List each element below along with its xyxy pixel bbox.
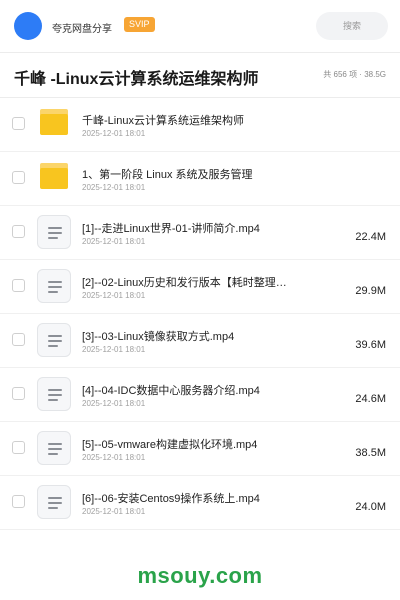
item-name: 千峰-Linux云计算系统运维架构师 bbox=[82, 115, 244, 127]
item-name: [1]--走进Linux世界-01-讲师简介.mp4 bbox=[82, 223, 260, 235]
item-size: 22.4M bbox=[355, 231, 386, 243]
item-date: 2025-12-01 18:01 bbox=[82, 453, 146, 462]
select-checkbox[interactable] bbox=[12, 117, 25, 130]
select-checkbox[interactable] bbox=[12, 171, 25, 184]
item-date: 2025-12-01 18:01 bbox=[82, 129, 146, 138]
item-size: 24.6M bbox=[355, 393, 386, 405]
svip-badge[interactable]: SVIP bbox=[124, 17, 155, 32]
select-checkbox[interactable] bbox=[12, 225, 25, 238]
folder-icon bbox=[40, 163, 68, 189]
select-checkbox[interactable] bbox=[12, 441, 25, 454]
video-file-icon bbox=[37, 485, 71, 519]
item-date: 2025-12-01 18:01 bbox=[82, 345, 146, 354]
item-name: [6]--06-安装Centos9操作系统上.mp4 bbox=[82, 493, 260, 505]
list-item[interactable]: 千峰-Linux云计算系统运维架构师 2025-12-01 18:01 bbox=[0, 98, 400, 152]
avatar[interactable] bbox=[14, 12, 42, 40]
brand-label: 夸克网盘分享 bbox=[52, 24, 112, 35]
file-list: 千峰-Linux云计算系统运维架构师 2025-12-01 18:01 1、第一… bbox=[0, 98, 400, 530]
list-item[interactable]: [3]--03-Linux镜像获取方式.mp4 2025-12-01 18:01… bbox=[0, 314, 400, 368]
list-item[interactable]: [6]--06-安装Centos9操作系统上.mp4 2025-12-01 18… bbox=[0, 476, 400, 530]
select-checkbox[interactable] bbox=[12, 279, 25, 292]
list-item[interactable]: [4]--04-IDC数据中心服务器介绍.mp4 2025-12-01 18:0… bbox=[0, 368, 400, 422]
watermark: msouy.com bbox=[137, 563, 263, 588]
folder-icon bbox=[40, 109, 68, 135]
video-file-icon bbox=[37, 215, 71, 249]
select-checkbox[interactable] bbox=[12, 333, 25, 346]
list-item[interactable]: [5]--05-vmware构建虚拟化环境.mp4 2025-12-01 18:… bbox=[0, 422, 400, 476]
list-item[interactable]: [1]--走进Linux世界-01-讲师简介.mp4 2025-12-01 18… bbox=[0, 206, 400, 260]
item-summary: 共 656 项 · 38.5G bbox=[323, 69, 386, 80]
list-item[interactable]: 1、第一阶段 Linux 系统及服务管理 2025-12-01 18:01 bbox=[0, 152, 400, 206]
item-size: 29.9M bbox=[355, 285, 386, 297]
select-checkbox[interactable] bbox=[12, 387, 25, 400]
video-file-icon bbox=[37, 431, 71, 465]
item-date: 2025-12-01 18:01 bbox=[82, 399, 146, 408]
top-bar: 夸克网盘分享 SVIP bbox=[0, 0, 400, 52]
item-date: 2025-12-01 18:01 bbox=[82, 507, 146, 516]
item-name: 1、第一阶段 Linux 系统及服务管理 bbox=[82, 169, 253, 181]
page-title: 千峰 -Linux云计算系统运维架构师 bbox=[14, 71, 259, 88]
summary-text: 共 656 项 · 38.5G bbox=[323, 70, 386, 79]
video-file-icon bbox=[37, 377, 71, 411]
item-name: [5]--05-vmware构建虚拟化环境.mp4 bbox=[82, 439, 258, 451]
item-size: 39.6M bbox=[355, 339, 386, 351]
video-file-icon bbox=[37, 323, 71, 357]
item-date: 2025-12-01 18:01 bbox=[82, 237, 146, 246]
item-size: 24.0M bbox=[355, 501, 386, 513]
item-size: 38.5M bbox=[355, 447, 386, 459]
title-row: 千峰 -Linux云计算系统运维架构师 共 656 项 · 38.5G bbox=[0, 53, 400, 97]
search-input[interactable] bbox=[316, 12, 388, 40]
video-file-icon bbox=[37, 269, 71, 303]
item-name: [4]--04-IDC数据中心服务器介绍.mp4 bbox=[82, 385, 260, 397]
item-date: 2025-12-01 18:01 bbox=[82, 291, 146, 300]
list-item[interactable]: [2]--02-Linux历史和发行版本【耗时整理… 2025-12-01 18… bbox=[0, 260, 400, 314]
item-date: 2025-12-01 18:01 bbox=[82, 183, 146, 192]
item-name: [3]--03-Linux镜像获取方式.mp4 bbox=[82, 331, 235, 343]
select-checkbox[interactable] bbox=[12, 495, 25, 508]
item-name: [2]--02-Linux历史和发行版本【耗时整理… bbox=[82, 277, 287, 289]
